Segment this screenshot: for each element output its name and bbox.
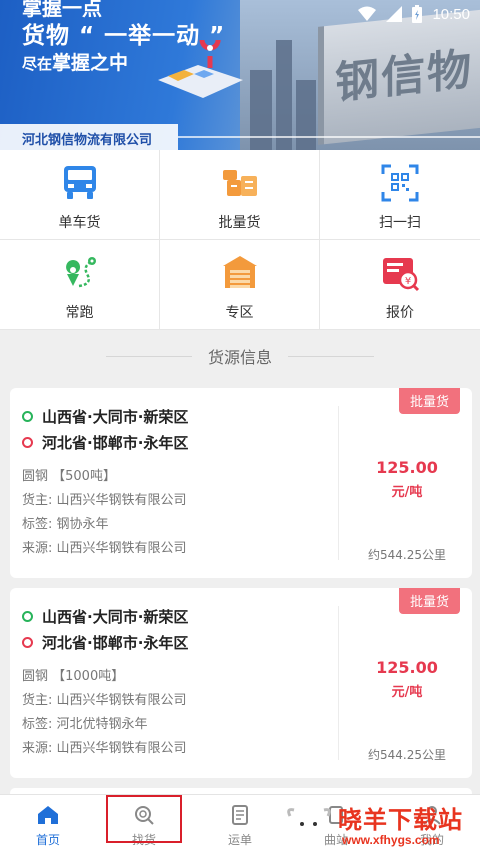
waybill-icon: [232, 805, 248, 825]
function-grid: 单车货 批量货 扫一扫 常跑 专区 ¥ 报价: [0, 150, 480, 330]
section-header: 货源信息: [0, 336, 480, 376]
section-title: 货源信息: [207, 348, 272, 367]
destination-row: 河北省·邯郸市·永年区: [22, 432, 188, 453]
banner-building: [276, 40, 292, 150]
destination-row: 河北省·邯郸市·永年区: [22, 632, 188, 653]
warehouse-icon: [222, 256, 257, 288]
grid-item-zone[interactable]: 专区: [160, 240, 320, 330]
banner-slogan-line3: 尽在掌握之中: [22, 48, 128, 75]
truck-icon: [63, 166, 96, 199]
card-divider: [338, 406, 339, 560]
origin-dot-icon: [22, 611, 33, 622]
nav-waybill[interactable]: 运单: [192, 795, 288, 852]
cargo-card[interactable]: 山西省·大同市·新荣区 河北省·邯郸市·永年区 圆钢 【500吨】 货主: 山西…: [10, 388, 472, 578]
origin-location: 山西省·大同市·新荣区: [42, 408, 189, 426]
price-unit: 元/吨: [391, 685, 423, 700]
banner-slogan-prefix: 尽在: [22, 55, 53, 73]
cargo-owner: 货主: 山西兴华钢铁有限公司: [22, 693, 187, 708]
nav-label: 运单: [227, 833, 252, 847]
price-unit: 元/吨: [391, 485, 423, 500]
nav-home[interactable]: 首页: [0, 795, 96, 852]
distance: 约544.25公里: [368, 548, 446, 562]
boxes-icon: [222, 170, 257, 196]
banner-divider: [178, 136, 480, 138]
nav-label: 首页: [35, 833, 60, 847]
card-divider: [338, 606, 339, 760]
destination-dot-icon: [22, 437, 33, 448]
banner[interactable]: 钢信物 掌握一点 货物 “ 一举一动 ” 尽在掌握之中 河北钢信物流有限公司 1…: [0, 0, 480, 150]
cargo-tag: 标签: 钢协永年: [22, 517, 109, 532]
grid-label: 扫一扫: [379, 215, 421, 231]
grid-label: 批量货: [218, 215, 261, 231]
cargo-source: 来源: 山西兴华钢铁有限公司: [22, 741, 187, 756]
cargo-owner: 货主: 山西兴华钢铁有限公司: [22, 493, 187, 508]
grid-label: 专区: [225, 305, 254, 321]
cargo-type-badge: 批量货: [398, 588, 460, 614]
highlight-box: [106, 795, 182, 843]
watermark: 晓羊下载站 www.xfhygs.com: [280, 800, 480, 852]
origin-row: 山西省·大同市·新荣区: [22, 406, 188, 427]
price-value: 125.00: [376, 458, 438, 477]
cargo-card[interactable]: 山西省·大同市·新荣区 河北省·邯郸市·永年区 圆钢 【1000吨】 货主: 山…: [10, 588, 472, 778]
status-time: 10:50: [432, 5, 470, 23]
company-name: 河北钢信物流有限公司: [0, 124, 178, 150]
grid-label: 报价: [386, 305, 414, 321]
grid-item-scan[interactable]: 扫一扫: [320, 150, 480, 240]
quote-icon: ¥: [383, 258, 420, 292]
section-rule: [105, 355, 192, 357]
sheep-logo-icon: [287, 808, 331, 841]
cargo-detail: 圆钢 【1000吨】: [22, 669, 125, 684]
origin-dot-icon: [22, 411, 33, 422]
banner-slogan-main: 掌握之中: [52, 52, 129, 74]
home-icon: [38, 806, 58, 824]
grid-item-frequent-routes[interactable]: 常跑: [0, 240, 160, 330]
scan-icon: [381, 164, 419, 202]
destination-location: 河北省·邯郸市·永年区: [42, 634, 189, 652]
grid-label: 单车货: [58, 215, 101, 231]
isometric-logistics-illustration: [158, 40, 243, 98]
cargo-source: 来源: 山西兴华钢铁有限公司: [22, 541, 187, 556]
status-bar: 10:50: [358, 4, 470, 24]
banner-building: [250, 70, 272, 150]
price-value: 125.00: [376, 658, 438, 677]
cargo-tag: 标签: 河北优特钢永年: [22, 717, 148, 732]
grid-item-bulk-cargo[interactable]: 批量货: [160, 150, 320, 240]
wifi-icon: [358, 6, 377, 21]
origin-row: 山西省·大同市·新荣区: [22, 606, 188, 627]
route-pin-icon: [65, 257, 96, 288]
cargo-detail: 圆钢 【500吨】: [22, 469, 116, 484]
svg-text:¥: ¥: [405, 276, 411, 287]
grid-item-quote[interactable]: ¥ 报价: [320, 240, 480, 330]
destination-location: 河北省·邯郸市·永年区: [42, 434, 189, 452]
distance: 约544.25公里: [368, 748, 446, 762]
origin-location: 山西省·大同市·新荣区: [42, 608, 189, 626]
signal-icon: [386, 6, 403, 22]
watermark-title: 晓羊下载站: [338, 806, 463, 834]
watermark-url: www.xfhygs.com: [342, 833, 440, 847]
banner-building: [296, 80, 316, 150]
grid-label: 常跑: [65, 305, 94, 321]
cargo-type-badge: 批量货: [398, 388, 460, 414]
destination-dot-icon: [22, 637, 33, 648]
battery-icon: [412, 5, 423, 23]
grid-item-single-truck[interactable]: 单车货: [0, 150, 160, 240]
section-rule: [288, 355, 374, 357]
